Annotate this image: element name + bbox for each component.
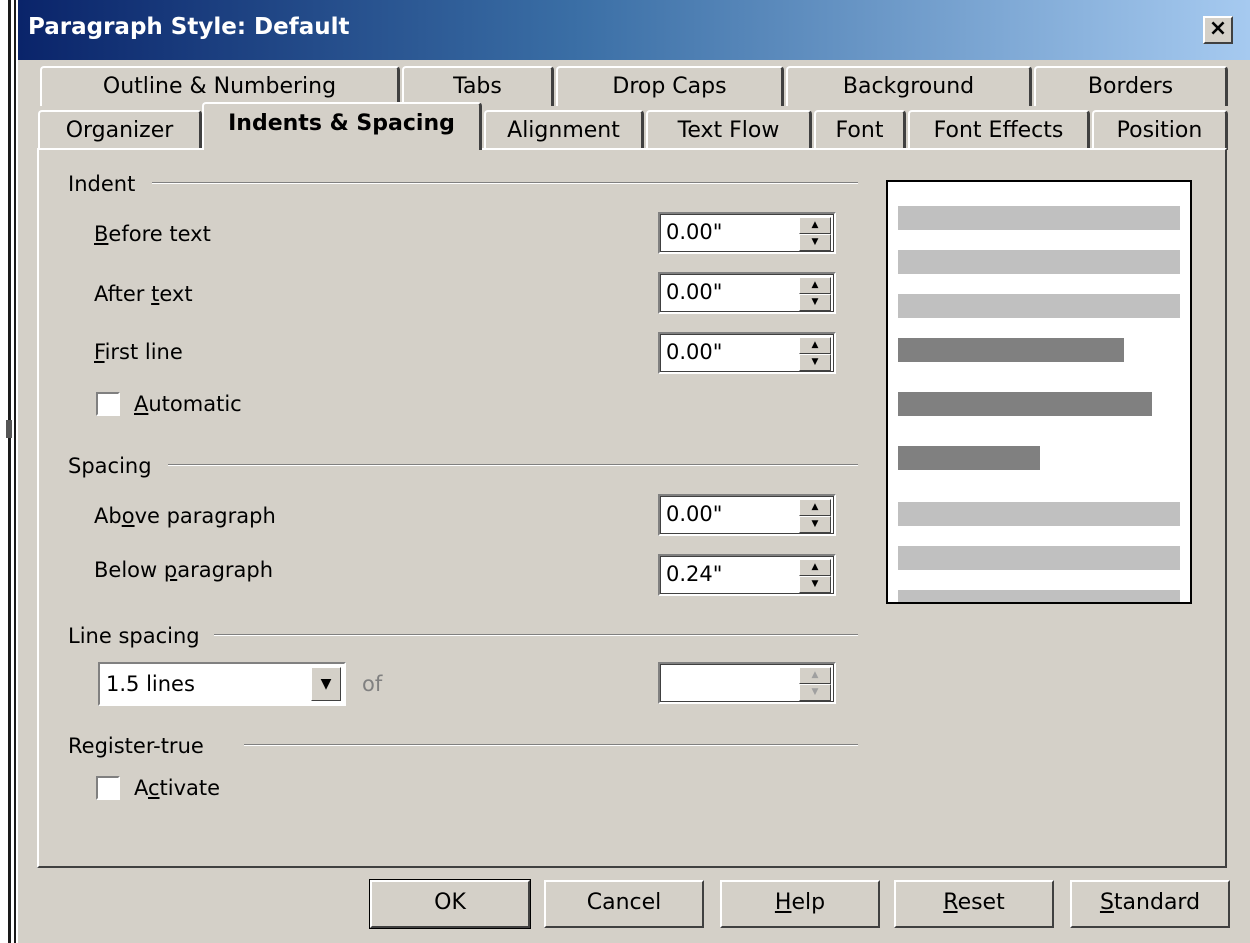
- help-button[interactable]: Help: [720, 880, 880, 928]
- tab-label: Tabs: [453, 74, 502, 99]
- spin-arrows-icon[interactable]: ▲ ▼: [799, 337, 831, 371]
- preview-line-before: [898, 206, 1180, 230]
- line-spacing-value: 1.5 lines: [106, 672, 195, 696]
- title-bar: Paragraph Style: Default ×: [18, 0, 1250, 60]
- preview-line-before: [898, 250, 1180, 274]
- after-text-label: After text: [94, 282, 193, 306]
- of-label: of: [362, 672, 383, 696]
- above-paragraph-value[interactable]: 0.00": [666, 502, 722, 526]
- paragraph-preview: [886, 180, 1192, 604]
- before-text-spinbox[interactable]: 0.00" ▲ ▼: [658, 212, 836, 254]
- first-line-label: First line: [94, 340, 183, 364]
- spin-up-button[interactable]: ▲: [799, 337, 831, 354]
- tab-font-effects[interactable]: Font Effects: [908, 110, 1090, 150]
- first-line-value[interactable]: 0.00": [666, 340, 722, 364]
- tab-label: Text Flow: [677, 118, 780, 143]
- above-paragraph-label: Above paragraph: [94, 504, 276, 528]
- preview-line-after: [898, 502, 1180, 526]
- standard-button[interactable]: Standard: [1070, 880, 1230, 928]
- line-spacing-of-spinbox[interactable]: ▲ ▼: [658, 662, 836, 704]
- paragraph-style-dialog: Paragraph Style: Default × Outline & Num…: [18, 0, 1250, 943]
- before-text-label: Before text: [94, 222, 211, 246]
- tab-label: Font: [835, 118, 884, 143]
- tab-label: Organizer: [65, 118, 174, 143]
- group-separator: [168, 464, 858, 466]
- tab-font[interactable]: Font: [814, 110, 906, 150]
- automatic-label[interactable]: Automatic: [134, 392, 242, 416]
- cancel-button[interactable]: Cancel: [544, 880, 704, 928]
- before-text-label-rest: efore text: [108, 222, 211, 246]
- line-spacing-dropdown[interactable]: 1.5 lines ▼: [98, 662, 346, 706]
- tab-organizer[interactable]: Organizer: [38, 110, 202, 150]
- tab-outline-numbering[interactable]: Outline & Numbering: [40, 66, 400, 106]
- line-spacing-group-label: Line spacing: [68, 624, 200, 648]
- first-line-spinbox[interactable]: 0.00" ▲ ▼: [658, 332, 836, 374]
- preview-line-after: [898, 590, 1180, 602]
- tab-text-flow[interactable]: Text Flow: [646, 110, 812, 150]
- below-paragraph-label: Below paragraph: [94, 558, 274, 582]
- before-text-value[interactable]: 0.00": [666, 220, 722, 244]
- preview-line-after: [898, 546, 1180, 570]
- ok-button[interactable]: OK: [369, 879, 531, 929]
- spin-up-button[interactable]: ▲: [799, 217, 831, 234]
- spin-down-button[interactable]: ▼: [799, 516, 831, 533]
- spin-arrows-icon[interactable]: ▲ ▼: [799, 217, 831, 251]
- activate-label[interactable]: Activate: [134, 776, 220, 800]
- window-frame-edge: [8, 0, 11, 943]
- tab-label: Borders: [1087, 74, 1174, 99]
- tab-position[interactable]: Position: [1092, 110, 1228, 150]
- tab-tabs[interactable]: Tabs: [402, 66, 554, 106]
- tab-label: Indents & Spacing: [228, 111, 455, 136]
- tab-label: Outline & Numbering: [102, 74, 337, 99]
- preview-line-before: [898, 294, 1180, 318]
- group-separator: [152, 182, 858, 184]
- tab-label: Alignment: [507, 118, 620, 143]
- preview-line-current: [898, 338, 1124, 362]
- spin-down-button[interactable]: ▼: [799, 684, 831, 701]
- spin-down-button[interactable]: ▼: [799, 234, 831, 251]
- spin-arrows-icon[interactable]: ▲ ▼: [799, 559, 831, 593]
- after-text-spinbox[interactable]: 0.00" ▲ ▼: [658, 272, 836, 314]
- activate-checkbox[interactable]: [96, 776, 120, 800]
- above-paragraph-spinbox[interactable]: 0.00" ▲ ▼: [658, 494, 836, 536]
- spin-up-button[interactable]: ▲: [799, 559, 831, 576]
- window-frame-edge-inner: [14, 0, 16, 943]
- below-paragraph-spinbox[interactable]: 0.24" ▲ ▼: [658, 554, 836, 596]
- spin-down-button[interactable]: ▼: [799, 354, 831, 371]
- tab-background[interactable]: Background: [786, 66, 1032, 106]
- close-icon: ×: [1208, 16, 1228, 41]
- tab-drop-caps[interactable]: Drop Caps: [556, 66, 784, 106]
- automatic-checkbox[interactable]: [96, 392, 120, 416]
- spin-up-button[interactable]: ▲: [799, 667, 831, 684]
- group-separator: [244, 744, 858, 746]
- spin-down-button[interactable]: ▼: [799, 294, 831, 311]
- register-true-group-label: Register-true: [68, 734, 204, 758]
- window-resize-notch: [6, 420, 12, 438]
- spin-down-button[interactable]: ▼: [799, 576, 831, 593]
- spin-arrows-icon[interactable]: ▲ ▼: [799, 499, 831, 533]
- spin-arrows-icon[interactable]: ▲ ▼: [799, 277, 831, 311]
- reset-button[interactable]: Reset: [894, 880, 1054, 928]
- preview-line-current: [898, 392, 1152, 416]
- spacing-group-label: Spacing: [68, 454, 152, 478]
- close-button[interactable]: ×: [1203, 16, 1233, 44]
- dropdown-arrow-icon[interactable]: ▼: [311, 667, 341, 701]
- group-separator: [214, 634, 858, 636]
- tab-label: Position: [1116, 118, 1203, 143]
- tab-label: Drop Caps: [612, 74, 727, 99]
- tab-label: Font Effects: [933, 118, 1064, 143]
- tab-alignment[interactable]: Alignment: [484, 110, 644, 150]
- spin-up-button[interactable]: ▲: [799, 499, 831, 516]
- spin-up-button[interactable]: ▲: [799, 277, 831, 294]
- tab-label: Background: [842, 74, 975, 99]
- after-text-value[interactable]: 0.00": [666, 280, 722, 304]
- indent-group-label: Indent: [68, 172, 136, 196]
- preview-line-current: [898, 446, 1040, 470]
- below-paragraph-value[interactable]: 0.24": [666, 562, 722, 586]
- dialog-title: Paragraph Style: Default: [28, 14, 350, 40]
- spin-arrows-icon[interactable]: ▲ ▼: [799, 667, 831, 701]
- tab-borders[interactable]: Borders: [1034, 66, 1228, 106]
- tab-indents-spacing[interactable]: Indents & Spacing: [202, 102, 482, 150]
